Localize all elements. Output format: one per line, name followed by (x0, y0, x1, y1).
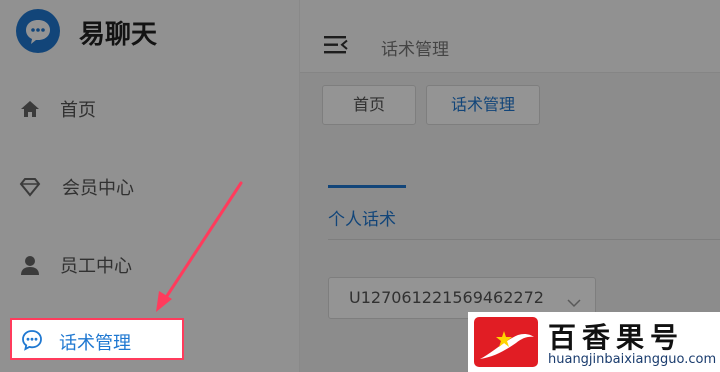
user-icon (19, 254, 41, 276)
watermark: 百香果号 huangjinbaixiangguo.com (468, 312, 720, 372)
diamond-icon (19, 176, 41, 198)
watermark-title: 百香果号 (548, 321, 685, 354)
sidebar-item-label: 首页 (60, 100, 96, 121)
top-bar: 话术管理 (300, 0, 720, 73)
select-value: U127061221569462272 (349, 288, 544, 307)
sidebar-item-label: 会员中心 (62, 178, 134, 199)
sidebar-item-home[interactable]: 首页 (0, 86, 300, 130)
watermark-url: huangjinbaixiangguo.com (548, 352, 717, 367)
subtab-active-indicator (328, 185, 406, 188)
logo-icon (16, 9, 60, 53)
sidebar: 易聊天 首页 会员中心 员工中心 (0, 0, 300, 372)
tabs-bar: 首页 话术管理 (300, 73, 720, 153)
watermark-logo-icon (474, 317, 538, 367)
app-name: 易聊天 (79, 20, 158, 50)
tab-home[interactable]: 首页 (322, 85, 416, 125)
chevron-down-icon (567, 293, 581, 308)
sidebar-item-label: 员工中心 (60, 256, 132, 277)
chat-bubble-icon (21, 329, 43, 351)
menu-toggle-icon[interactable] (324, 34, 348, 56)
subtab-personal-scripts[interactable]: 个人话术 (328, 205, 396, 230)
sidebar-item-label: 话术管理 (59, 333, 131, 354)
page-title: 话术管理 (381, 40, 449, 60)
divider (328, 239, 720, 240)
sidebar-item-staff[interactable]: 员工中心 (0, 242, 300, 286)
sidebar-item-scripts[interactable]: 话术管理 (10, 318, 184, 360)
home-icon (19, 98, 41, 120)
tab-scripts[interactable]: 话术管理 (426, 85, 540, 125)
sidebar-item-members[interactable]: 会员中心 (0, 164, 300, 208)
